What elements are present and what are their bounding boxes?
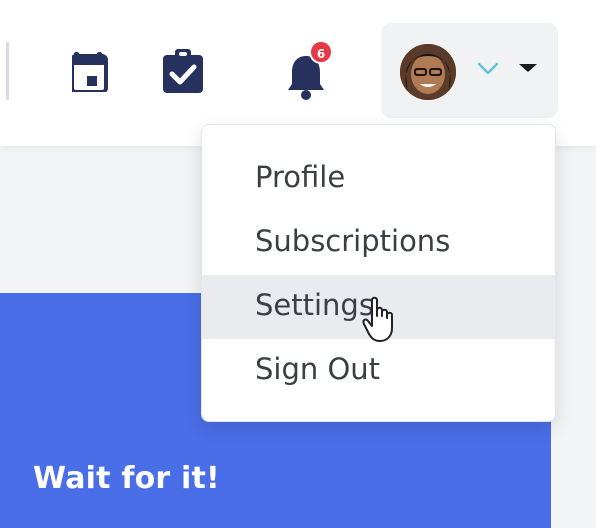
caret-down-icon [519, 64, 537, 72]
hand-pointer-icon [362, 296, 393, 342]
user-menu-toggle[interactable] [381, 23, 558, 118]
calendar-icon[interactable] [70, 52, 112, 94]
notifications-button[interactable]: 6 [282, 40, 342, 100]
notification-count-badge: 6 [309, 40, 333, 64]
hero-title: Wait for it! [33, 461, 220, 496]
clipboard-check-icon[interactable] [163, 49, 205, 93]
header-divider [6, 42, 9, 100]
menu-item-subscriptions[interactable]: Subscriptions [202, 211, 555, 275]
menu-item-profile[interactable]: Profile [202, 147, 555, 211]
chevron-down-icon [477, 62, 499, 75]
user-dropdown-menu: Profile Subscriptions Settings Sign Out [201, 124, 556, 422]
avatar [400, 44, 456, 100]
menu-item-sign-out[interactable]: Sign Out [202, 339, 555, 403]
